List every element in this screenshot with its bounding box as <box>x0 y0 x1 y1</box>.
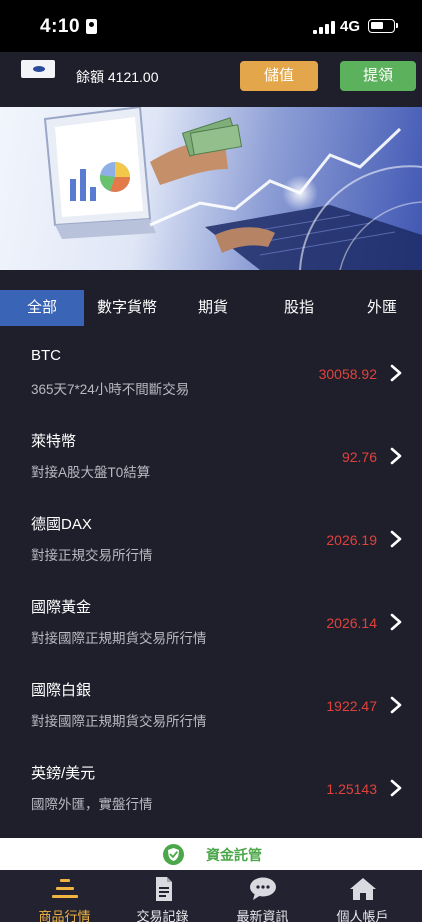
product-price: 92.76 <box>341 449 377 465</box>
nav-news[interactable]: 最新資訊 <box>210 870 315 922</box>
chevron-right-icon <box>390 613 402 631</box>
nav-label: 交易記錄 <box>136 909 189 922</box>
nav-label: 商品行情 <box>38 909 91 922</box>
nav-trade-records[interactable]: 交易記錄 <box>110 870 215 922</box>
chat-icon <box>249 877 276 900</box>
nav-market[interactable]: 商品行情 <box>12 870 117 922</box>
product-name: 德國DAX <box>31 516 92 533</box>
fund-custody-label: 資金託管 <box>206 847 262 863</box>
nav-label: 最新資訊 <box>236 909 289 922</box>
signal-icon <box>313 21 335 34</box>
product-price: 30058.92 <box>318 366 377 382</box>
battery-icon <box>368 19 398 33</box>
app-logo <box>21 60 55 78</box>
product-name: 萊特幣 <box>31 433 77 450</box>
product-row-btc[interactable]: BTC 365天7*24小時不間斷交易 30058.92 <box>0 332 422 415</box>
product-row-gold[interactable]: 國際黃金 對接國際正規期貨交易所行情 2026.14 <box>0 581 422 664</box>
chevron-right-icon <box>390 530 402 548</box>
product-description: 對接國際正規期貨交易所行情 <box>31 631 207 646</box>
product-price: 2026.14 <box>326 615 377 631</box>
category-tabs: 全部 數字貨幣 期貨 股指 外匯 <box>0 290 422 326</box>
home-icon <box>349 878 376 900</box>
chevron-right-icon <box>390 779 402 797</box>
product-name: 國際黃金 <box>31 599 92 616</box>
deposit-button[interactable]: 儲值 <box>240 61 318 91</box>
product-price: 2026.19 <box>326 532 377 548</box>
fund-custody-bar[interactable]: 資金託管 <box>0 838 422 870</box>
banner-illustration <box>43 107 422 270</box>
account-header: 餘額 4121.00 儲值 提領 <box>0 52 422 102</box>
product-name: 國際白銀 <box>31 682 92 699</box>
product-description: 對接國際正規期貨交易所行情 <box>31 714 207 729</box>
person-icon <box>86 19 97 34</box>
product-price: 1922.47 <box>326 698 377 714</box>
product-description: 國際外匯，實盤行情 <box>31 797 153 812</box>
product-row-dax[interactable]: 德國DAX 對接正規交易所行情 2026.19 <box>0 498 422 581</box>
market-icon <box>51 879 78 898</box>
product-row-gbpusd[interactable]: 英鎊/美元 國際外匯，實盤行情 1.25143 <box>0 747 422 830</box>
status-bar: 4:10 4G <box>0 0 422 52</box>
bottom-navigation: 商品行情 交易記錄 最新資訊 個人帳戶 <box>0 870 422 922</box>
chevron-right-icon <box>390 696 402 714</box>
network-type: 4G <box>340 18 361 35</box>
tab-futures[interactable]: 期貨 <box>170 290 256 326</box>
product-row-litecoin[interactable]: 萊特幣 對接A股大盤T0結算 92.76 <box>0 415 422 498</box>
product-row-silver[interactable]: 國際白銀 對接國際正規期貨交易所行情 1922.47 <box>0 664 422 747</box>
status-time: 4:10 <box>40 16 81 37</box>
tab-forex[interactable]: 外匯 <box>342 290 422 326</box>
product-description: 365天7*24小時不間斷交易 <box>31 382 190 397</box>
tab-crypto[interactable]: 數字貨幣 <box>84 290 170 326</box>
product-description: 對接正規交易所行情 <box>31 548 153 563</box>
product-list: BTC 365天7*24小時不間斷交易 30058.92 萊特幣 對接A股大盤T… <box>0 332 422 830</box>
product-name: BTC <box>31 347 61 364</box>
tab-all[interactable]: 全部 <box>0 290 84 326</box>
balance-label: 餘額 4121.00 <box>76 69 159 85</box>
nav-account[interactable]: 個人帳戶 <box>310 870 415 922</box>
document-icon <box>155 877 172 901</box>
chevron-right-icon <box>390 447 402 465</box>
product-name: 英鎊/美元 <box>31 765 96 782</box>
promo-banner[interactable] <box>0 107 422 270</box>
shield-check-icon <box>163 844 184 865</box>
product-description: 對接A股大盤T0結算 <box>31 465 151 480</box>
product-price: 1.25143 <box>326 781 377 797</box>
withdraw-button[interactable]: 提領 <box>340 61 416 91</box>
tab-indices[interactable]: 股指 <box>256 290 342 326</box>
nav-label: 個人帳戶 <box>336 909 389 922</box>
chevron-right-icon <box>390 364 402 382</box>
